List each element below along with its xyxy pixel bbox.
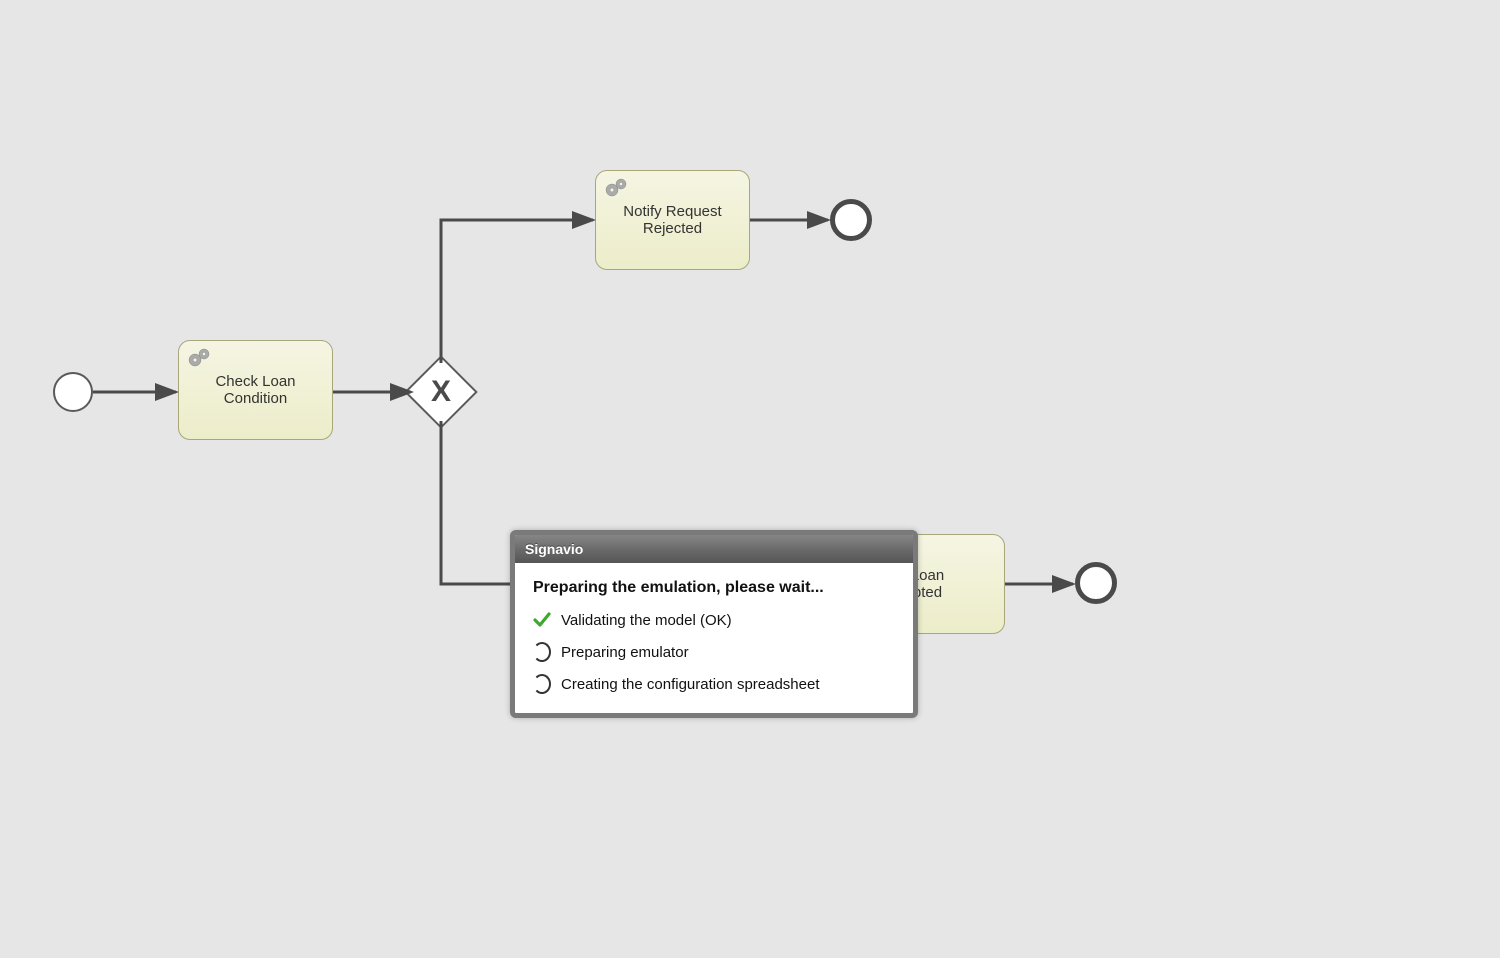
check-icon [533, 611, 551, 629]
service-task-icon [604, 177, 630, 199]
exclusive-gateway[interactable]: X [404, 355, 478, 429]
service-task-icon [187, 347, 213, 369]
progress-step: Preparing emulator [533, 643, 895, 661]
task-label: Check Loan Condition [185, 373, 326, 407]
progress-step: Validating the model (OK) [533, 611, 895, 629]
end-event-rejected[interactable] [830, 199, 872, 241]
sequence-flows [0, 0, 1500, 958]
bpmn-canvas[interactable]: Check Loan Condition X Notify Request Re… [0, 0, 1500, 958]
task-check-loan[interactable]: Check Loan Condition [178, 340, 333, 440]
end-event-accepted[interactable] [1075, 562, 1117, 604]
spinner-icon [533, 643, 551, 661]
step-label: Validating the model (OK) [561, 612, 732, 629]
task-notify-rejected[interactable]: Notify Request Rejected [595, 170, 750, 270]
progress-step: Creating the configuration spreadsheet [533, 675, 895, 693]
dialog-title: Signavio [515, 535, 913, 563]
step-label: Preparing emulator [561, 644, 689, 661]
progress-dialog: Signavio Preparing the emulation, please… [510, 530, 918, 718]
task-label: Notify Request Rejected [602, 203, 743, 237]
spinner-icon [533, 675, 551, 693]
dialog-heading: Preparing the emulation, please wait... [533, 579, 895, 597]
gateway-x-icon: X [417, 368, 465, 416]
step-label: Creating the configuration spreadsheet [561, 676, 820, 693]
start-event[interactable] [53, 372, 93, 412]
